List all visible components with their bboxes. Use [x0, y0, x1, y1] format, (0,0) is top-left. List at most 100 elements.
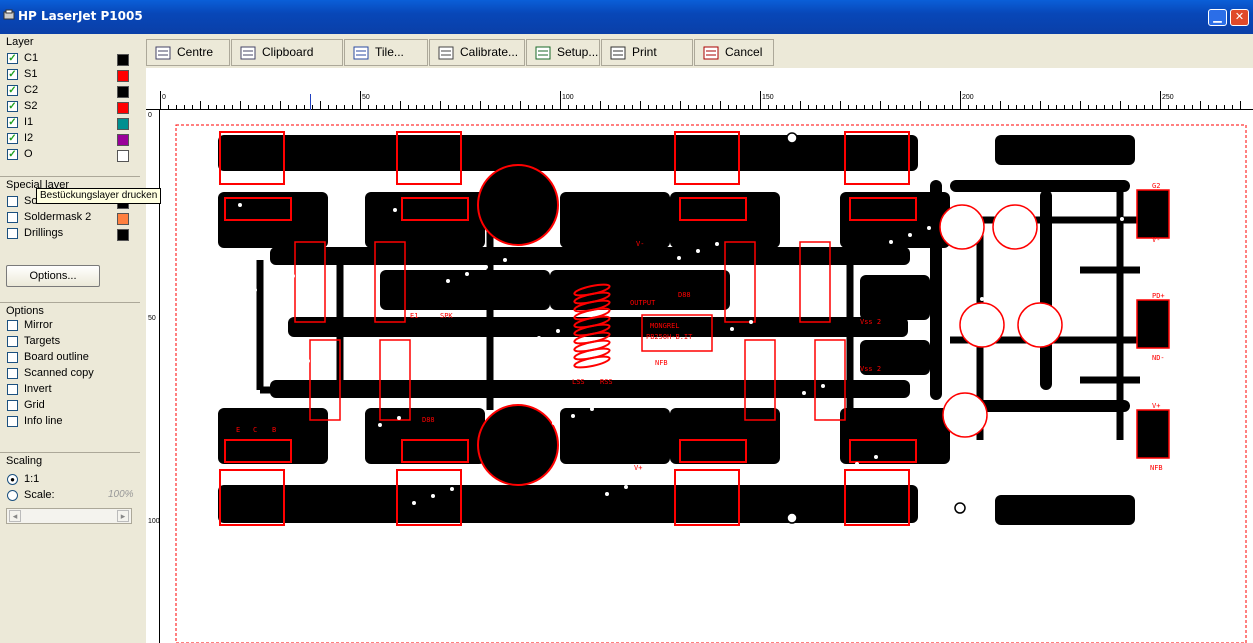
small-capacitor-silk [942, 392, 988, 438]
capacitor-silk [477, 164, 559, 246]
small-capacitor-silk [1017, 302, 1063, 348]
radio-scale-custom[interactable]: Scale: 100% [7, 489, 135, 504]
ruler-cursor-marker [310, 94, 311, 110]
checkbox-checked-icon[interactable]: ✓ [7, 53, 18, 64]
checkbox-empty-icon[interactable] [7, 352, 18, 363]
options_group-row-info-line[interactable]: Info line [7, 415, 135, 430]
options-button[interactable]: Options... [6, 265, 100, 287]
radio-scale-1-1[interactable]: ● 1:1 [7, 473, 135, 488]
toolbar-centre-button[interactable]: Centre [146, 39, 230, 66]
checkbox-checked-icon[interactable]: ✓ [7, 133, 18, 144]
options_group-row-invert[interactable]: Invert [7, 383, 135, 398]
ruler-top-label: 250 [1162, 94, 1174, 101]
checkbox-empty-icon[interactable] [7, 228, 18, 239]
checkbox-empty-icon[interactable] [7, 196, 18, 207]
toolbar-calibrate-button[interactable]: Calibrate... [429, 39, 525, 66]
checkbox-checked-icon[interactable]: ✓ [7, 85, 18, 96]
toolbar-print-button[interactable]: Print [601, 39, 693, 66]
checkbox-empty-icon[interactable] [7, 416, 18, 427]
checkbox-empty-icon[interactable] [7, 400, 18, 411]
ruler-tick [976, 105, 977, 109]
toolbar-cancel-button[interactable]: Cancel [694, 39, 774, 66]
ruler-tick [216, 105, 217, 109]
checkbox-empty-icon[interactable] [7, 212, 18, 223]
checkbox-empty-icon[interactable] [7, 336, 18, 347]
pad [874, 455, 878, 459]
layer_group-row-o[interactable]: ✓ O [7, 148, 135, 163]
ruler-tick [352, 105, 353, 109]
pad [605, 492, 609, 496]
ruler-tick [312, 105, 313, 109]
silk-label: E1 [410, 312, 418, 320]
options_group-row-targets[interactable]: Targets [7, 335, 135, 350]
silk-label: NFB [1150, 464, 1163, 472]
toolbar-setup-button[interactable]: Setup... [526, 39, 600, 66]
options_group-row-grid[interactable]: Grid [7, 399, 135, 414]
layer-color-swatch[interactable] [117, 102, 129, 114]
silk-label: B [272, 426, 276, 434]
silk-label: MONGREL [650, 322, 680, 330]
options_group-row-mirror[interactable]: Mirror [7, 319, 135, 334]
silk-label: C [253, 426, 257, 434]
ruler-tick [1208, 105, 1209, 109]
checkbox-checked-icon[interactable]: ✓ [7, 101, 18, 112]
options_group-label: Info line [24, 415, 63, 427]
ruler-tick [1128, 105, 1129, 109]
ruler-tick [1232, 105, 1233, 109]
layer_group-row-c1[interactable]: ✓ C1 [7, 52, 135, 67]
layer-color-swatch[interactable] [117, 229, 129, 241]
pad [942, 311, 946, 315]
ruler-tick [400, 101, 401, 109]
layer_group-label: C1 [24, 52, 39, 64]
layer-color-swatch[interactable] [117, 86, 129, 98]
layer_group-row-i2[interactable]: ✓ I2 [7, 132, 135, 147]
pad [1048, 453, 1052, 457]
silk-label: ND- [1152, 354, 1165, 362]
layer-color-swatch[interactable] [117, 134, 129, 146]
layer-color-swatch[interactable] [117, 213, 129, 225]
pcb-board-preview[interactable]: MONGREL PB250H-B.IT OUTPUT NFB G2 PD+ V+ V- ND- N… [160, 110, 1253, 643]
checkbox-checked-icon[interactable]: ✓ [7, 117, 18, 128]
options_group-row-board-outline[interactable]: Board outline [7, 351, 135, 366]
layer-color-swatch[interactable] [117, 150, 129, 162]
ruler-tick [1096, 105, 1097, 109]
silk-label: LSS [572, 378, 585, 386]
layer_group-row-i1[interactable]: ✓ I1 [7, 116, 135, 131]
toolbar-clipboard-button[interactable]: Clipboard [231, 39, 343, 66]
scale-slider[interactable]: ◂ ▸ [6, 508, 132, 524]
ruler-tick [448, 105, 449, 109]
checkbox-checked-icon[interactable]: ✓ [7, 69, 18, 80]
slider-left-arrow-icon[interactable]: ◂ [9, 510, 21, 522]
layer_group-row-s2[interactable]: ✓ S2 [7, 100, 135, 115]
close-button[interactable]: ✕ [1230, 9, 1249, 26]
checkbox-empty-icon[interactable] [7, 320, 18, 331]
mounting-hole [954, 502, 966, 514]
options_group-label: Scanned copy [24, 367, 94, 379]
options_group-row-scanned-copy[interactable]: Scanned copy [7, 367, 135, 382]
ruler-top-label: 100 [562, 94, 574, 101]
pad [393, 208, 397, 212]
checkbox-empty-icon[interactable] [7, 384, 18, 395]
special_group-row-soldermask-2[interactable]: Soldermask 2 [7, 211, 135, 226]
layer-group-title: Layer [6, 36, 34, 48]
checkbox-checked-icon[interactable]: ✓ [7, 149, 18, 160]
small-capacitor-silk [959, 302, 1005, 348]
mounting-hole [786, 512, 798, 524]
copper-plane [860, 275, 930, 320]
layer-color-swatch[interactable] [117, 54, 129, 66]
layer-color-swatch[interactable] [117, 70, 129, 82]
special_group-row-drillings[interactable]: Drillings [7, 227, 135, 242]
connector-silk [1136, 299, 1170, 349]
minimize-button[interactable]: ▁ [1208, 9, 1227, 26]
ruler-tick [752, 105, 753, 109]
toolbar-tile-button[interactable]: Tile... [344, 39, 428, 66]
pad [643, 478, 647, 482]
layer-color-swatch[interactable] [117, 118, 129, 130]
layer_group-row-s1[interactable]: ✓ S1 [7, 68, 135, 83]
ruler-tick [1112, 105, 1113, 109]
copper-plane [288, 317, 908, 337]
ruler-tick [1032, 105, 1033, 109]
slider-right-arrow-icon[interactable]: ▸ [117, 510, 129, 522]
layer_group-row-c2[interactable]: ✓ C2 [7, 84, 135, 99]
checkbox-empty-icon[interactable] [7, 368, 18, 379]
